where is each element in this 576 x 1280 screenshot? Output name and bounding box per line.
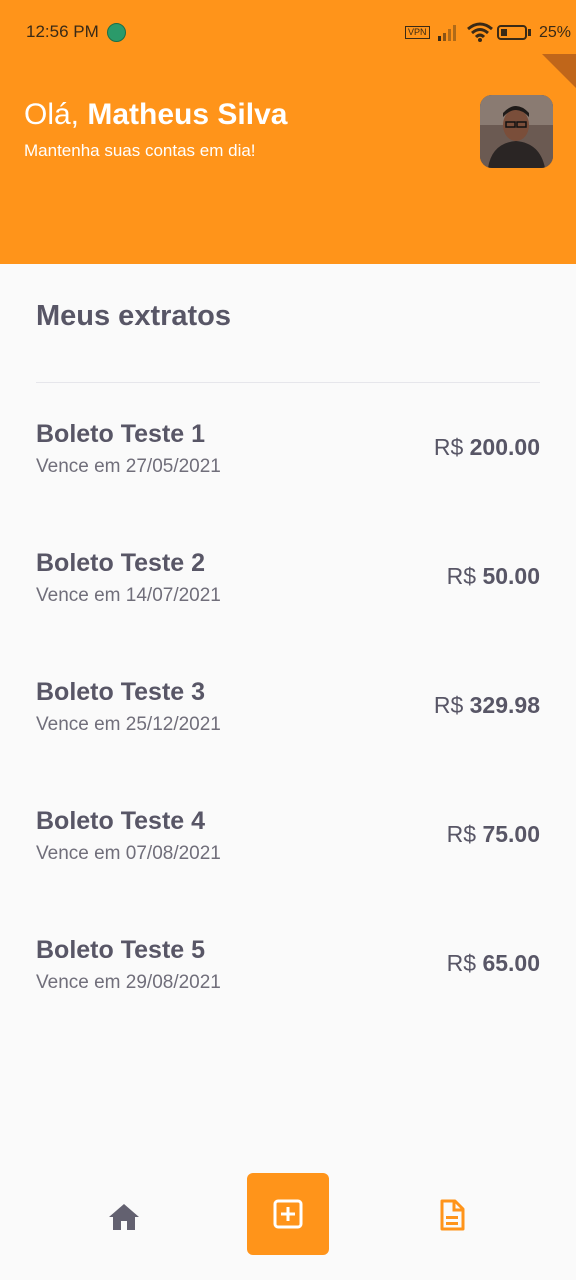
user-name: Matheus Silva: [87, 98, 288, 131]
bill-currency: R$: [446, 563, 477, 589]
status-bar: 12:56 PM VPN 25%: [0, 0, 576, 68]
header-subtitle: Mantenha suas contas em dia!: [24, 141, 256, 160]
bill-due-date: Vence em 14/07/2021: [36, 585, 221, 606]
bill-due-date: Vence em 29/08/2021: [36, 972, 221, 993]
bill-amount: R$ 75.00: [447, 821, 540, 848]
add-box-icon: [273, 1199, 303, 1229]
bottom-nav: [0, 1165, 576, 1280]
debug-corner: [542, 54, 576, 88]
battery-tip: [528, 29, 531, 36]
vpn-icon: VPN: [405, 26, 430, 39]
bill-value: 200.00: [469, 434, 540, 460]
bill-name: Boleto Teste 4: [36, 807, 206, 835]
bill-item[interactable]: Boleto Teste 2 Vence em 14/07/2021 R$ 50…: [36, 549, 540, 629]
bill-item[interactable]: Boleto Teste 5 Vence em 29/08/2021 R$ 65…: [36, 936, 540, 1016]
battery-icon: [497, 25, 527, 40]
bill-amount: R$ 65.00: [447, 950, 540, 977]
header: 12:56 PM VPN 25% Olá, Matheus Silva Mant…: [0, 0, 576, 264]
bill-item[interactable]: Boleto Teste 4 Vence em 07/08/2021 R$ 75…: [36, 807, 540, 887]
nav-add-button[interactable]: [247, 1173, 329, 1255]
bill-amount: R$ 50.00: [447, 563, 540, 590]
signal-icon: [438, 25, 456, 41]
bill-name: Boleto Teste 1: [36, 420, 206, 448]
battery-percent: 25%: [539, 24, 572, 41]
nav-statements-button[interactable]: [432, 1195, 472, 1235]
greeting: Olá, Matheus Silva: [24, 98, 287, 132]
bill-amount: R$ 200.00: [434, 434, 540, 461]
bill-name: Boleto Teste 5: [36, 936, 206, 964]
wifi-icon: [467, 22, 493, 42]
bill-item[interactable]: Boleto Teste 3 Vence em 25/12/2021 R$ 32…: [36, 678, 540, 758]
bill-value: 65.00: [482, 950, 540, 976]
home-icon: [109, 1204, 139, 1230]
bill-due-date: Vence em 07/08/2021: [36, 843, 221, 864]
divider: [36, 382, 540, 383]
greeting-prefix: Olá,: [24, 98, 80, 131]
notification-icon: [107, 23, 126, 42]
bill-name: Boleto Teste 3: [36, 678, 206, 706]
bill-currency: R$: [433, 434, 464, 460]
section-title: Meus extratos: [36, 300, 232, 332]
document-icon: [440, 1199, 465, 1231]
nav-home-button[interactable]: [104, 1197, 144, 1237]
bill-name: Boleto Teste 2: [36, 549, 206, 577]
bill-value: 75.00: [482, 821, 540, 847]
bill-currency: R$: [446, 950, 477, 976]
bill-amount: R$ 329.98: [434, 692, 540, 719]
bill-value: 50.00: [482, 563, 540, 589]
bill-value: 329.98: [469, 692, 540, 718]
user-photo-icon: [480, 95, 553, 168]
status-time: 12:56 PM: [26, 22, 99, 41]
bill-currency: R$: [446, 821, 477, 847]
avatar[interactable]: [480, 95, 553, 168]
bill-due-date: Vence em 25/12/2021: [36, 714, 221, 735]
bill-item[interactable]: Boleto Teste 1 Vence em 27/05/2021 R$ 20…: [36, 420, 540, 500]
bill-due-date: Vence em 27/05/2021: [36, 456, 221, 477]
bill-currency: R$: [433, 692, 464, 718]
